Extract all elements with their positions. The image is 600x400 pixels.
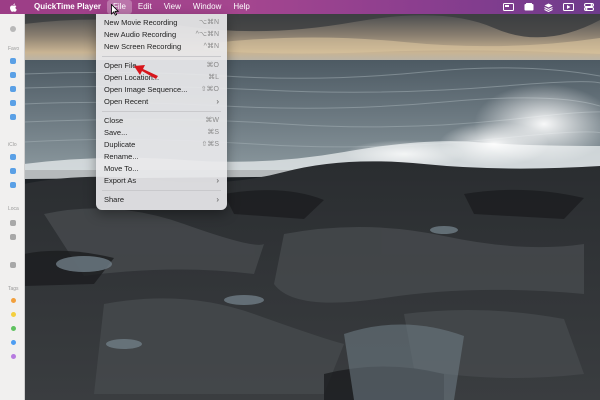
menu-item-label: Close (104, 116, 124, 125)
menu-separator (102, 111, 221, 112)
sidebar-item-network-icon[interactable] (10, 234, 16, 240)
tag-blue-dot[interactable] (11, 340, 16, 345)
tag-orange-dot[interactable] (11, 298, 16, 303)
apple-logo-icon[interactable] (9, 3, 17, 12)
menu-item-label: Open Recent (104, 97, 149, 106)
sidebar-item-recents-icon[interactable] (10, 72, 16, 78)
wallet-icon[interactable] (524, 3, 534, 11)
control-center-icon[interactable] (584, 3, 594, 11)
menu-item-shortcut: ⇧⌘S (201, 141, 219, 148)
menu-view[interactable]: View (158, 0, 187, 14)
menu-item-open-image-sequence[interactable]: Open Image Sequence... ⇧⌘O (96, 84, 227, 95)
menu-item-new-screen-recording[interactable]: New Screen Recording ^⌘N (96, 41, 227, 52)
menu-item-shortcut: ^⌘N (203, 43, 219, 50)
menu-item-share[interactable]: Share › (96, 194, 227, 205)
sidebar-item-documents-icon[interactable] (10, 114, 16, 120)
menu-item-label: Share (104, 195, 125, 204)
menu-help[interactable]: Help (227, 0, 255, 14)
screen-mirror-icon[interactable] (503, 3, 514, 11)
layers-icon[interactable] (544, 3, 553, 12)
menu-item-new-audio-recording[interactable]: New Audio Recording ^⌥⌘N (96, 29, 227, 40)
submenu-arrow-icon: › (216, 97, 219, 106)
sidebar-section-tags: Tags (8, 286, 19, 292)
menu-item-duplicate[interactable]: Duplicate ⇧⌘S (96, 139, 227, 150)
sidebar-item-icloud-folder-icon[interactable] (10, 182, 16, 188)
menu-item-shortcut: ⇧⌘O (200, 86, 219, 93)
menu-item-shortcut: ⌘L (208, 74, 219, 81)
menu-bar: QuickTime Player File Edit View Window H… (0, 0, 600, 14)
menu-item-label: Save... (104, 128, 128, 137)
menu-item-shortcut: ⌘S (207, 129, 219, 136)
file-menu-dropdown: New Movie Recording ⌥⌘N New Audio Record… (96, 14, 227, 210)
menu-item-close[interactable]: Close ⌘W (96, 115, 227, 126)
menu-item-shortcut: ⌘W (205, 117, 219, 124)
sidebar-item-airdrop-icon[interactable] (10, 58, 16, 64)
menu-item-label: New Audio Recording (104, 30, 177, 39)
menu-window[interactable]: Window (187, 0, 227, 14)
annotation-arrow-icon (133, 62, 159, 85)
sidebar-item-icloud-drive-icon[interactable] (10, 154, 16, 160)
finder-sidebar: Favo iClo Loca Tags (0, 14, 25, 400)
tag-yellow-dot[interactable] (11, 312, 16, 317)
submenu-arrow-icon: › (216, 176, 219, 185)
menu-edit[interactable]: Edit (132, 0, 158, 14)
menu-separator (102, 56, 221, 57)
status-icons (503, 0, 594, 14)
menu-item-label: Export As (104, 176, 137, 185)
video-record-icon[interactable] (563, 3, 574, 11)
menu-item-open-recent[interactable]: Open Recent › (96, 96, 227, 107)
menu-item-label: Open Image Sequence... (104, 85, 188, 94)
menu-item-rename[interactable]: Rename... (96, 151, 227, 162)
menu-item-shortcut: ^⌥⌘N (195, 31, 219, 38)
tag-green-dot[interactable] (11, 326, 16, 331)
sidebar-item-desktop-icon[interactable] (10, 100, 16, 106)
menu-item-export-as[interactable]: Export As › (96, 175, 227, 186)
sidebar-item-volume-icon[interactable] (10, 262, 16, 268)
menu-item-open-file[interactable]: Open File... ⌘O (96, 60, 227, 71)
menu-item-shortcut: ⌥⌘N (198, 19, 219, 26)
app-menu[interactable]: QuickTime Player (28, 0, 107, 14)
menu-item-label: Duplicate (104, 140, 136, 149)
sidebar-section-icloud: iClo (8, 142, 17, 148)
menu-item-move-to[interactable]: Move To... (96, 163, 227, 174)
menu-item-label: Rename... (104, 152, 139, 161)
sidebar-item-applications-icon[interactable] (10, 86, 16, 92)
menu-item-open-location[interactable]: Open Location... ⌘L (96, 72, 227, 83)
menu-item-label: Move To... (104, 164, 139, 173)
sidebar-item-disk-icon[interactable] (10, 220, 16, 226)
sidebar-item-shared-icon[interactable] (10, 168, 16, 174)
menu-item-shortcut: ⌘O (206, 62, 219, 69)
sidebar-toggle-icon[interactable] (10, 26, 16, 32)
sidebar-section-favorites: Favo (8, 46, 20, 52)
tag-purple-dot[interactable] (11, 354, 16, 359)
menu-item-label: New Screen Recording (104, 42, 182, 51)
menu-separator (102, 190, 221, 191)
submenu-arrow-icon: › (216, 195, 219, 204)
sidebar-section-locations: Loca (8, 206, 19, 212)
menu-item-save[interactable]: Save... ⌘S (96, 127, 227, 138)
mouse-pointer-icon (111, 3, 120, 21)
